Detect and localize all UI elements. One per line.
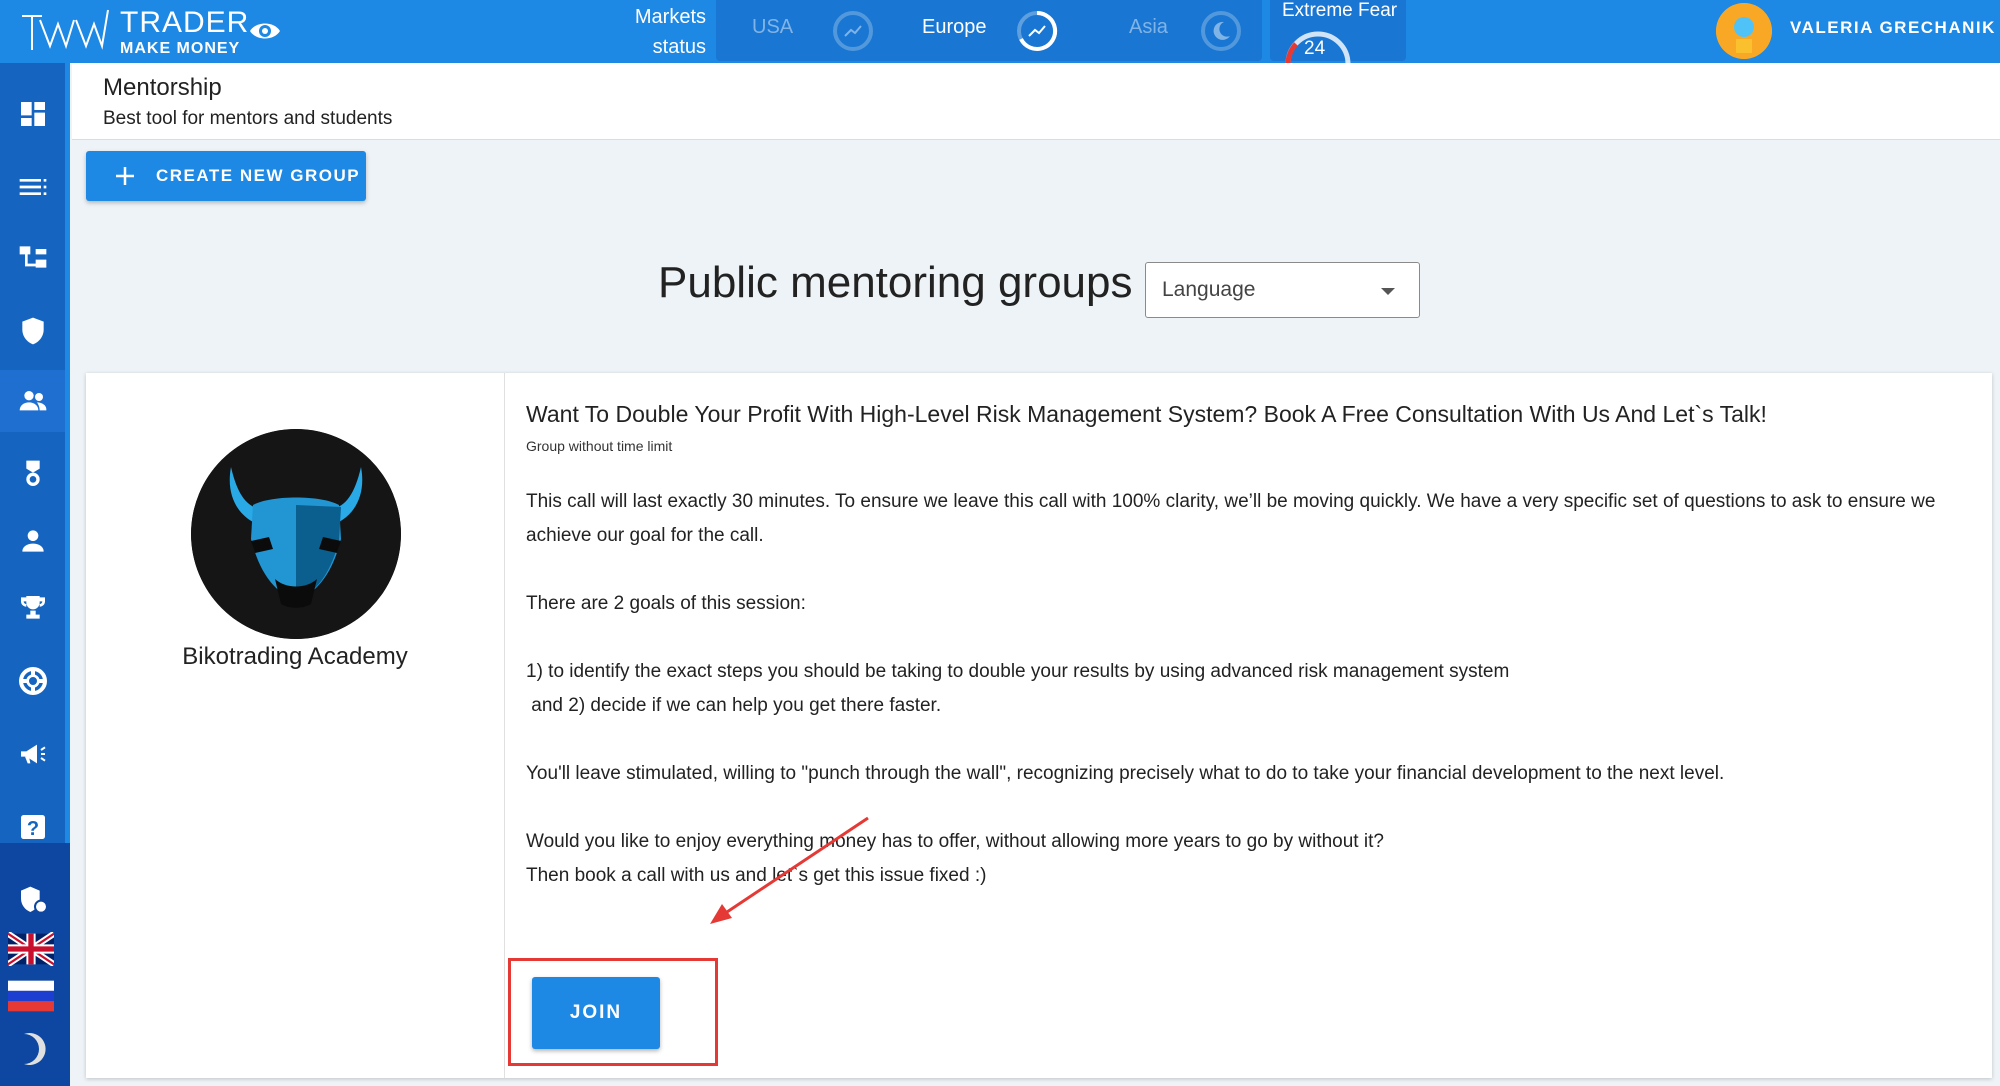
- sidebar-item-privacy[interactable]: [0, 869, 65, 931]
- page-subtitle: Best tool for mentors and students: [103, 108, 393, 129]
- group-icon: [19, 391, 46, 411]
- sidebar: ?: [0, 63, 70, 1086]
- brand-wordmark[interactable]: TRADER MAKE MONEY: [120, 8, 249, 57]
- trophy-icon: [20, 596, 45, 619]
- group-logo: [191, 429, 401, 639]
- security-settings-icon: [20, 886, 48, 914]
- description-paragraph: 1) to identify the exact steps you shoul…: [526, 661, 1510, 682]
- dark-mode-moon-icon[interactable]: [16, 1032, 48, 1066]
- megaphone-icon: [20, 744, 46, 764]
- market-usa-trend-icon[interactable]: [832, 10, 874, 52]
- ru-flag-icon: [8, 980, 54, 1012]
- section-title: Public mentoring groups: [658, 258, 1133, 307]
- dashboard-icon: [20, 102, 45, 126]
- market-asia-moon-icon[interactable]: [1200, 10, 1242, 52]
- group-card: Bikotrading Academy Want To Double Your …: [86, 373, 1992, 1078]
- language-flag-ru[interactable]: [8, 979, 54, 1013]
- card-divider: [504, 373, 505, 1078]
- brand-line-1: TRADER: [120, 6, 250, 39]
- description-paragraph: There are 2 goals of this session:: [526, 593, 806, 614]
- sidebar-item-hierarchy[interactable]: [0, 226, 65, 288]
- sidebar-item-mentorship[interactable]: [0, 370, 65, 432]
- group-name[interactable]: Bikotrading Academy: [86, 643, 504, 671]
- annotation-arrow-icon: [710, 816, 869, 924]
- top-bar: TRADER MAKE MONEY Markets status USA Eur…: [0, 0, 2000, 64]
- user-avatar[interactable]: [1716, 3, 1772, 59]
- trader-logo-icon[interactable]: [20, 6, 110, 56]
- group-title: Want To Double Your Profit With High-Lev…: [526, 401, 1767, 427]
- sidebar-item-security[interactable]: [0, 300, 65, 362]
- markets-status-label: Markets status: [600, 2, 706, 62]
- group-time-limit: Group without time limit: [526, 438, 673, 454]
- description-paragraph: and 2) decide if we can help you get the…: [526, 695, 942, 716]
- help-icon: ?: [20, 815, 45, 840]
- fear-greed-label: Extreme Fear: [1282, 0, 1398, 21]
- market-asia-label[interactable]: Asia: [1129, 0, 1168, 61]
- language-select-placeholder: Language: [1162, 278, 1256, 301]
- sidebar-item-trophy[interactable]: [0, 577, 65, 639]
- join-button[interactable]: JOIN: [532, 977, 660, 1049]
- sidebar-item-support[interactable]: [0, 650, 65, 712]
- markets-panel: USA Europe Asia: [716, 0, 1262, 61]
- lifebuoy-icon: [18, 667, 47, 695]
- language-select[interactable]: Language: [1145, 262, 1420, 318]
- list-icon: [19, 179, 46, 195]
- person-icon: [21, 530, 44, 552]
- sidebar-accent-strip: [65, 63, 70, 843]
- page-header: Mentorship Best tool for mentors and stu…: [72, 63, 2000, 140]
- fear-greed-value: 24: [1304, 38, 1326, 59]
- brand-line-2: MAKE MONEY: [120, 40, 241, 57]
- markets-status-line-1: Markets: [634, 6, 706, 28]
- sidebar-item-help[interactable]: ?: [0, 796, 65, 858]
- description-paragraph: You'll leave stimulated, willing to "pun…: [526, 763, 1725, 784]
- uk-flag-icon: [8, 932, 54, 966]
- market-usa-label[interactable]: USA: [752, 0, 793, 61]
- sidebar-item-announcements[interactable]: [0, 723, 65, 785]
- chevron-down-icon: [1381, 288, 1395, 295]
- medal-icon: [25, 460, 40, 486]
- description-paragraph: This call will last exactly 30 minutes. …: [526, 491, 1936, 546]
- sidebar-item-dashboard[interactable]: [0, 83, 65, 145]
- page-title: Mentorship: [103, 74, 222, 101]
- create-new-group-button[interactable]: CREATE NEW GROUP: [86, 151, 366, 201]
- create-new-group-label: CREATE NEW GROUP: [156, 166, 361, 185]
- markets-status-line-2: status: [652, 36, 706, 58]
- language-flag-uk[interactable]: [8, 932, 54, 966]
- hierarchy-icon: [19, 246, 46, 268]
- avatar-figure-icon: [1716, 3, 1772, 59]
- bull-head-icon: [191, 429, 401, 639]
- sidebar-item-awards[interactable]: [0, 443, 65, 505]
- plus-icon: [116, 167, 134, 185]
- fear-greed-index[interactable]: Extreme Fear 24: [1270, 0, 1406, 64]
- market-europe-label[interactable]: Europe: [922, 0, 987, 61]
- market-europe-trend-icon[interactable]: [1016, 10, 1058, 52]
- svg-text:?: ?: [26, 818, 38, 840]
- shield-icon: [21, 317, 44, 345]
- user-name[interactable]: VALERIA GRECHANIK: [1790, 18, 1996, 38]
- sidebar-item-list[interactable]: [0, 156, 65, 218]
- eye-icon[interactable]: [248, 16, 282, 46]
- sidebar-item-profile[interactable]: [0, 510, 65, 572]
